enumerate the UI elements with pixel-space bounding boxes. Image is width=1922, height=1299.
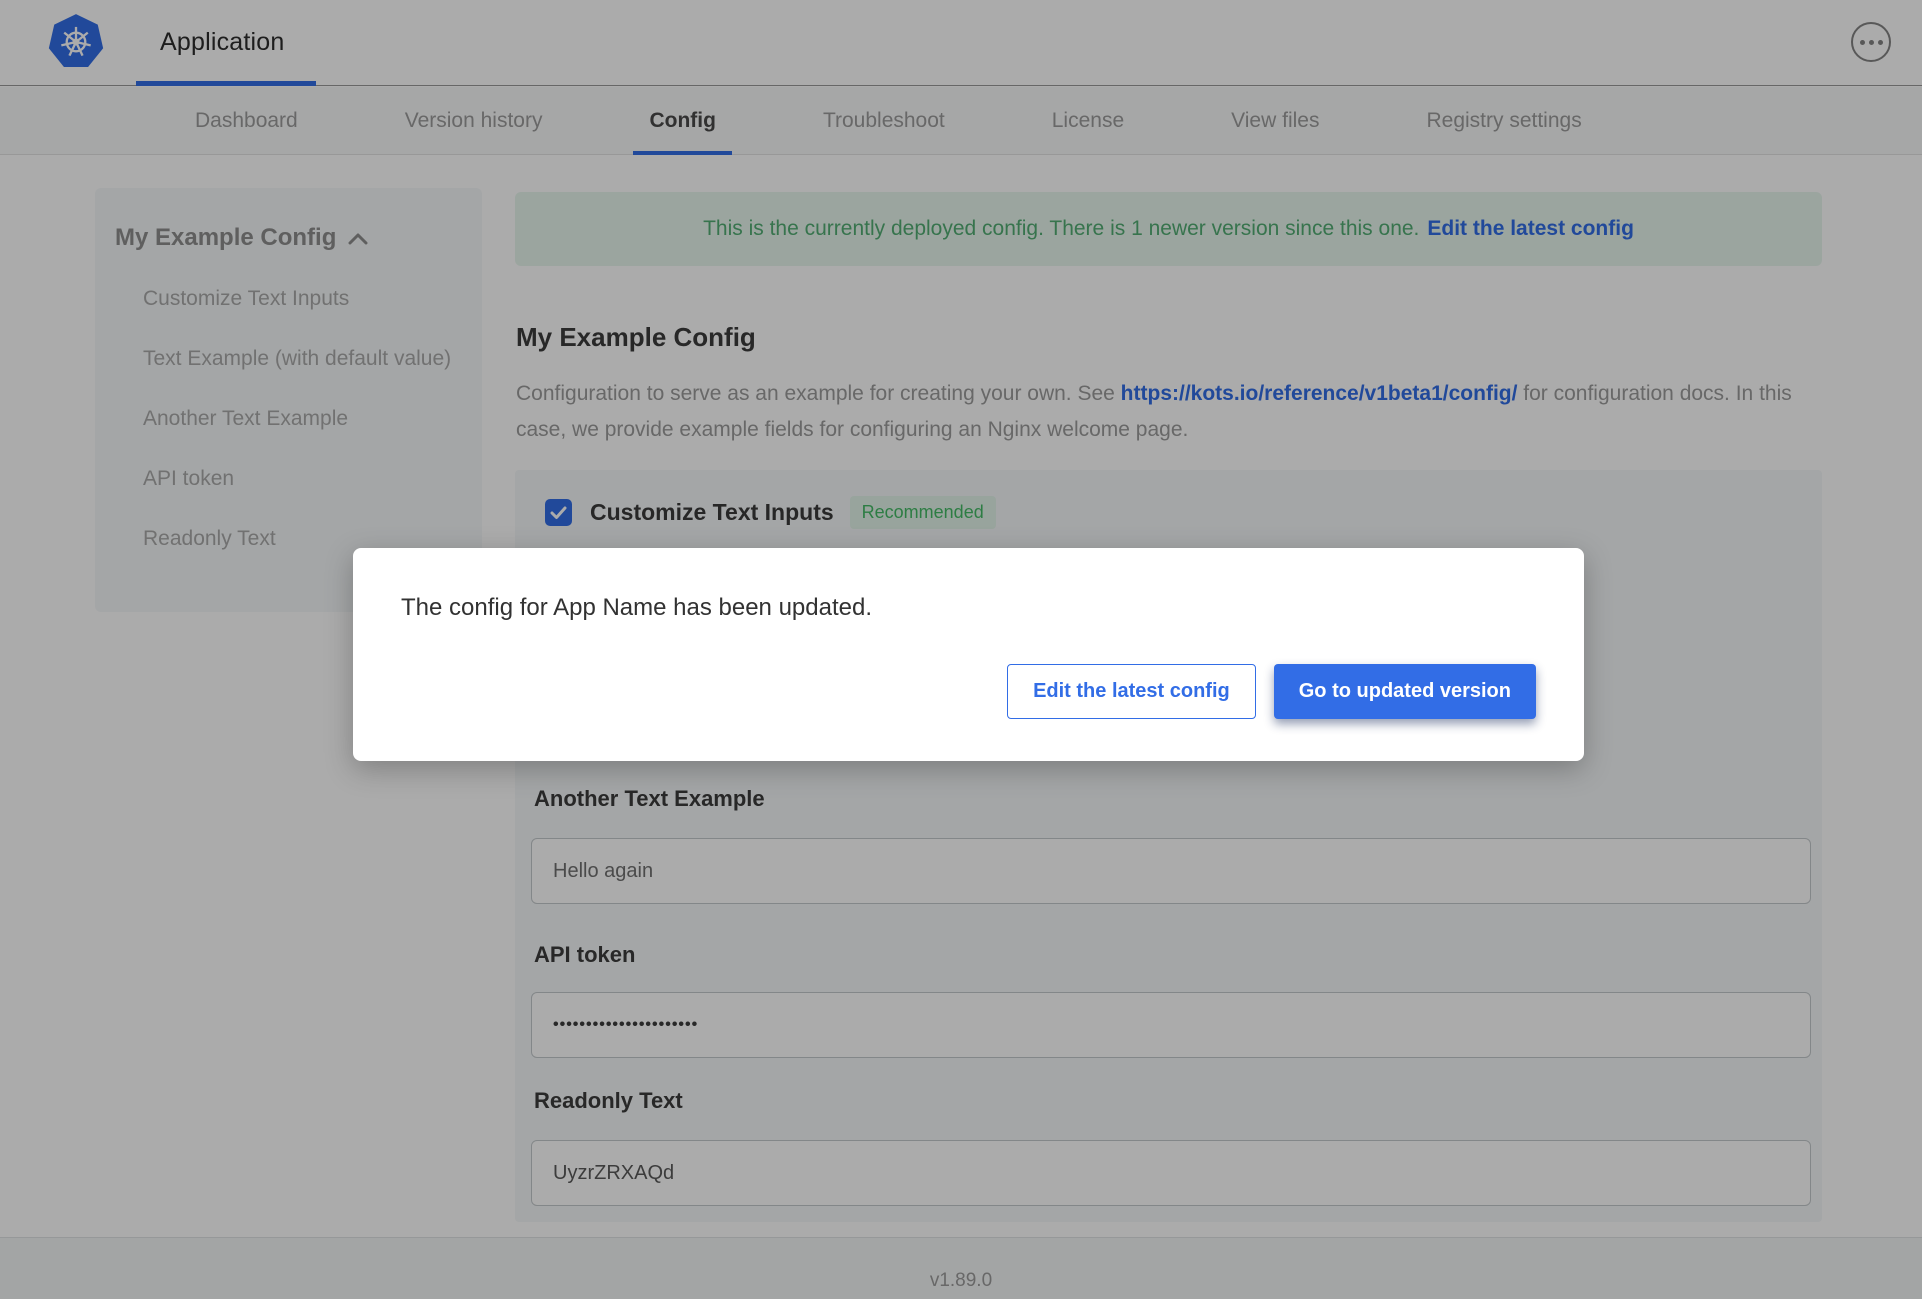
config-updated-modal: The config for App Name has been updated…: [353, 548, 1584, 761]
modal-message: The config for App Name has been updated…: [401, 594, 872, 621]
go-to-updated-version-button[interactable]: Go to updated version: [1273, 664, 1536, 719]
edit-latest-config-button[interactable]: Edit the latest config: [1007, 664, 1256, 719]
modal-actions: Edit the latest config Go to updated ver…: [1007, 664, 1536, 719]
